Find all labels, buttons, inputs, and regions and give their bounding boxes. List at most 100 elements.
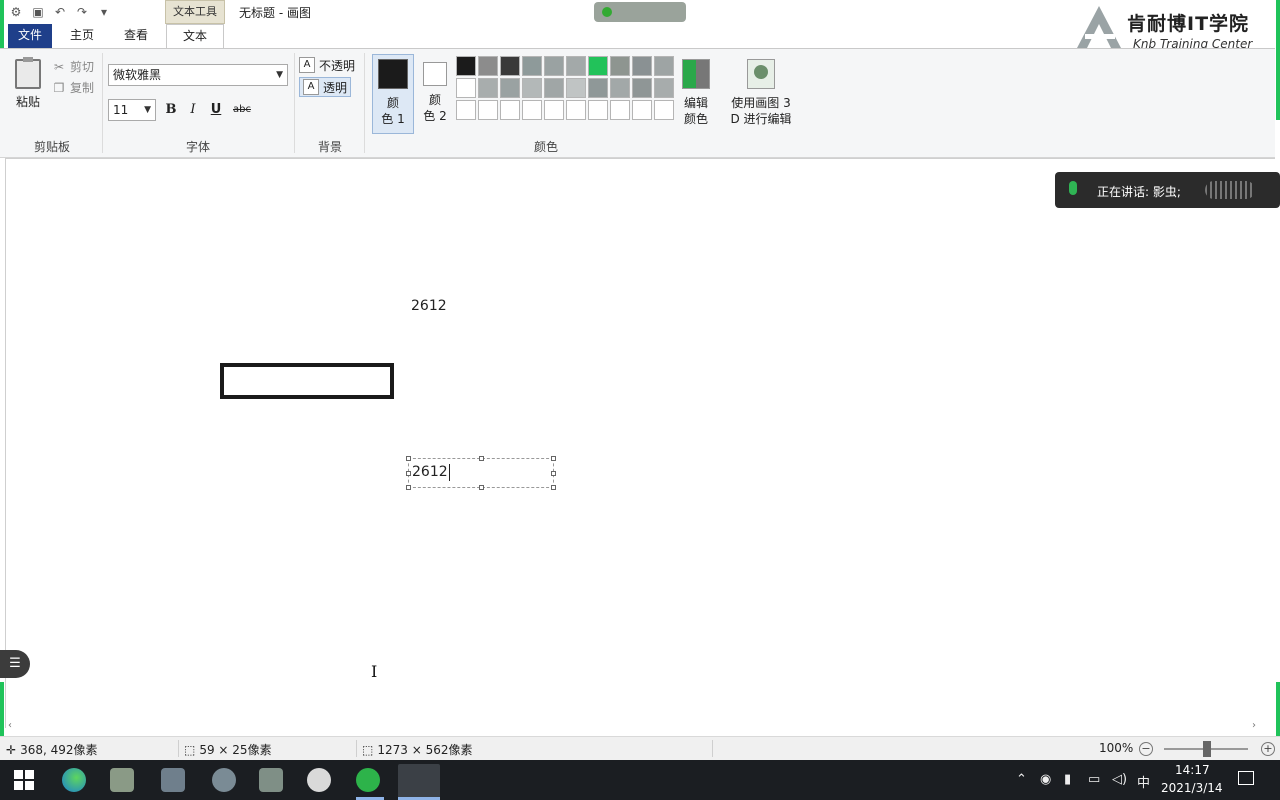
obs-icon[interactable] [307, 768, 331, 792]
resize-handle[interactable] [406, 456, 411, 461]
bold-button[interactable]: B [162, 101, 180, 119]
palette-swatch[interactable] [654, 78, 674, 98]
app-icon-1[interactable] [110, 768, 134, 792]
paint3d-button[interactable]: 使用画图 3 D 进行编辑 [730, 59, 792, 127]
clipboard-group-label: 剪贴板 [34, 140, 71, 154]
microphone-icon[interactable]: ▮ [1064, 772, 1071, 787]
resize-handle[interactable] [479, 456, 484, 461]
palette-swatch[interactable] [566, 78, 586, 98]
paint-taskbar-icon[interactable] [398, 764, 440, 800]
underline-button[interactable]: U [207, 101, 225, 119]
side-menu-icon[interactable]: ☰ [0, 650, 30, 678]
palette-swatch[interactable] [610, 100, 630, 120]
zoom-slider-thumb[interactable] [1203, 741, 1211, 757]
network-icon[interactable]: ▭ [1088, 772, 1100, 787]
palette-swatch[interactable] [544, 56, 564, 76]
rectangle-shape [220, 363, 394, 399]
palette-swatch[interactable] [632, 56, 652, 76]
palette-swatch[interactable] [544, 100, 564, 120]
tab-home[interactable]: 主页 [58, 24, 106, 48]
palette-swatch[interactable] [654, 56, 674, 76]
cut-button[interactable]: ✂ 剪切 [52, 58, 94, 75]
photos-icon[interactable] [259, 768, 283, 792]
undo-icon[interactable]: ↶ [52, 4, 68, 20]
resize-handle[interactable] [406, 471, 411, 476]
color1-button[interactable]: 颜 色 1 [372, 54, 414, 134]
app-icon-green[interactable] [356, 768, 380, 792]
palette-swatch[interactable] [456, 78, 476, 98]
palette-swatch[interactable] [632, 100, 652, 120]
resize-handle[interactable] [551, 456, 556, 461]
resize-handle[interactable] [479, 485, 484, 490]
clock-time[interactable]: 14:17 [1175, 763, 1210, 777]
scroll-left-icon[interactable]: ‹ [8, 720, 12, 731]
ime-indicator[interactable]: 中 [1137, 772, 1150, 791]
tab-view[interactable]: 查看 [112, 24, 160, 48]
divider [364, 53, 365, 153]
text-box-content[interactable]: 2612 [412, 464, 450, 481]
font-size-select[interactable]: 11 ▼ [108, 99, 156, 121]
copy-button[interactable]: ❐ 复制 [52, 79, 94, 96]
resize-handle[interactable] [406, 485, 411, 490]
palette-swatch[interactable] [456, 56, 476, 76]
palette-swatch[interactable] [544, 78, 564, 98]
windows-start-icon[interactable] [14, 770, 34, 790]
resize-handle[interactable] [551, 485, 556, 490]
save-icon[interactable]: ▣ [30, 4, 46, 20]
edit-colors-button[interactable]: 编辑 颜色 [680, 59, 712, 127]
palette-swatch[interactable] [566, 100, 586, 120]
palette-swatch[interactable] [588, 56, 608, 76]
palette-swatch[interactable] [478, 78, 498, 98]
tab-file[interactable]: 文件 [8, 24, 52, 48]
notification-icon[interactable] [1238, 771, 1254, 785]
palette-swatch[interactable] [500, 78, 520, 98]
palette-swatch[interactable] [566, 56, 586, 76]
scroll-right-icon[interactable]: › [1252, 720, 1256, 731]
palette-swatch[interactable] [654, 100, 674, 120]
palette-swatch[interactable] [478, 100, 498, 120]
zoom-in-icon[interactable]: + [1261, 742, 1275, 756]
palette-swatch[interactable] [500, 100, 520, 120]
palette-swatch[interactable] [610, 56, 630, 76]
text-box[interactable]: 2612 [406, 456, 556, 490]
paint3d-label-a: 使用画图 3 [731, 96, 791, 110]
tab-text[interactable]: 文本 [166, 24, 224, 48]
strikethrough-button[interactable]: abc [230, 101, 254, 119]
app-menu-icon[interactable]: ⚙ [8, 4, 24, 20]
paste-button[interactable]: 粘贴 [10, 57, 46, 115]
app-icon-3[interactable] [212, 768, 236, 792]
palette-swatch[interactable] [610, 78, 630, 98]
selection-size: ⬚ 59 × 25像素 [184, 741, 272, 758]
customize-qat-icon[interactable]: ▾ [96, 4, 112, 20]
palette-swatch[interactable] [588, 100, 608, 120]
palette-swatch[interactable] [478, 56, 498, 76]
edge-browser-icon[interactable] [62, 768, 86, 792]
color2-button[interactable]: 颜 色 2 [420, 54, 450, 134]
palette-swatch[interactable] [500, 56, 520, 76]
font-family-select[interactable]: 微软雅黑 ▼ [108, 64, 288, 86]
color1-label-b: 色 1 [381, 112, 405, 126]
redo-icon[interactable]: ↷ [74, 4, 90, 20]
copy-icon: ❐ [53, 80, 65, 95]
opaque-button[interactable]: A 不透明 [299, 55, 355, 75]
volume-icon[interactable]: ◁) [1112, 772, 1127, 787]
canvas-area[interactable] [0, 158, 1275, 736]
recording-indicator[interactable] [594, 2, 686, 22]
resize-handle[interactable] [551, 471, 556, 476]
palette-swatch[interactable] [588, 78, 608, 98]
opaque-label: 不透明 [319, 58, 356, 73]
chevron-up-icon[interactable]: ⌃ [1016, 772, 1027, 787]
palette-swatch[interactable] [632, 78, 652, 98]
palette-swatch[interactable] [522, 78, 542, 98]
record-icon[interactable]: ◉ [1040, 772, 1051, 787]
paint-window: ⚙ ▣ ↶ ↷ ▾ 文本工具 无标题 - 画图 肯耐博IT学院 Knb Trai… [0, 0, 1280, 800]
palette-swatch[interactable] [456, 100, 476, 120]
italic-button[interactable]: I [184, 101, 202, 119]
zoom-out-icon[interactable]: − [1139, 742, 1153, 756]
transparent-button[interactable]: A 透明 [299, 77, 352, 97]
palette-swatch[interactable] [522, 100, 542, 120]
palette-swatch[interactable] [522, 56, 542, 76]
app-icon-2[interactable] [161, 768, 185, 792]
clock-date[interactable]: 2021/3/14 [1161, 781, 1223, 795]
edit-colors-label-b: 颜色 [683, 112, 708, 126]
